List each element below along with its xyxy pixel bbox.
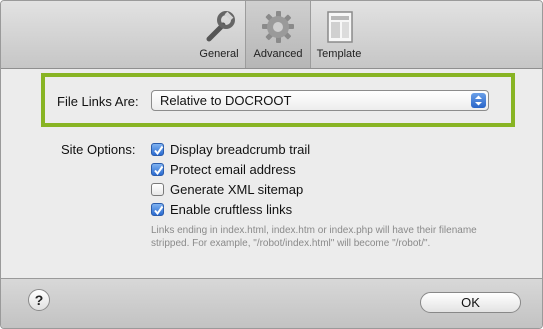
ok-button[interactable]: OK [420,292,521,313]
toolbar: General Advanced Template [1,1,542,69]
button-bar: ? OK [1,278,542,328]
tab-general-label: General [199,48,239,60]
wrench-icon [201,9,237,45]
option-label: Enable cruftless links [170,202,293,217]
option-label: Generate XML sitemap [170,182,304,197]
tab-template[interactable]: Template [311,1,367,68]
file-links-highlight: File Links Are: Relative to DOCROOT [41,73,515,127]
cruftless-checkbox[interactable] [151,203,164,216]
sitemap-checkbox[interactable] [151,183,164,196]
cruftless-help-text: Links ending in index.html, index.htm or… [151,225,477,249]
help-button[interactable]: ? [28,289,50,311]
gear-icon [260,9,296,45]
tab-advanced[interactable]: Advanced [245,1,311,68]
file-links-value: Relative to DOCROOT [160,93,292,108]
file-links-popup[interactable]: Relative to DOCROOT [151,90,489,111]
tab-template-label: Template [316,48,362,60]
protect-email-checkbox[interactable] [151,163,164,176]
site-options-label: Site Options: [61,142,136,157]
tab-general[interactable]: General [193,1,245,68]
document-icon [321,9,357,45]
tab-advanced-label: Advanced [253,48,303,60]
updown-arrows-icon [471,93,486,108]
option-label: Display breadcrumb trail [170,142,311,157]
file-links-label: File Links Are: [57,94,139,109]
breadcrumb-checkbox[interactable] [151,143,164,156]
option-label: Protect email address [170,162,296,177]
preferences-window: General Advanced Template File Links Are… [0,0,543,329]
advanced-pane: File Links Are: Relative to DOCROOT Site… [1,69,542,278]
